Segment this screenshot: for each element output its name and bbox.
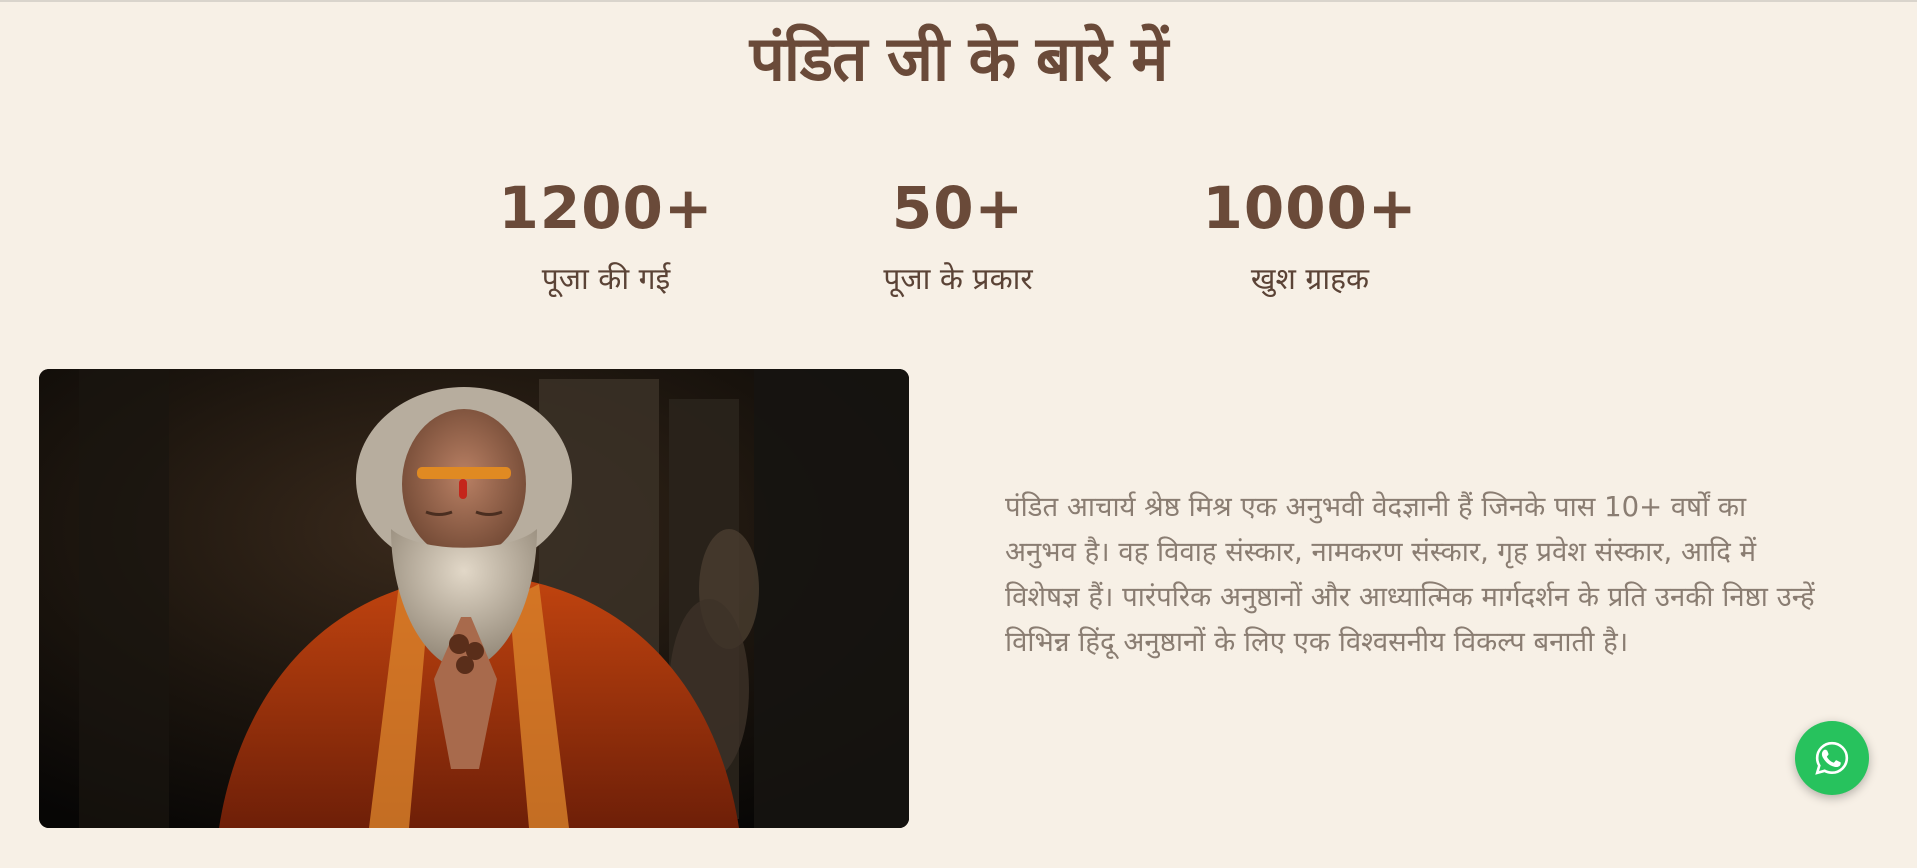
stat-label: खुश ग्राहक: [1250, 262, 1370, 297]
stat-label: पूजा की गई: [541, 262, 671, 297]
whatsapp-icon: [1815, 741, 1849, 775]
stat-value: 50+: [891, 174, 1025, 242]
pandit-portrait-image: [39, 369, 909, 828]
stat-value: 1200+: [498, 174, 714, 242]
top-divider: [0, 0, 1917, 2]
whatsapp-button[interactable]: [1795, 721, 1869, 795]
stat-pujas-performed: 1200+ पूजा की गई: [456, 166, 756, 302]
page-title: पंडित जी के बारे में: [749, 22, 1169, 95]
stat-puja-types: 50+ पूजा के प्रकार: [808, 166, 1108, 302]
stat-happy-customers: 1000+ खुश ग्राहक: [1160, 166, 1460, 302]
about-description: पंडित आचार्य श्रेष्ठ मिश्र एक अनुभवी वेद…: [1005, 491, 1815, 658]
stat-label: पूजा के प्रकार: [883, 262, 1033, 297]
stat-value: 1000+: [1202, 174, 1418, 242]
